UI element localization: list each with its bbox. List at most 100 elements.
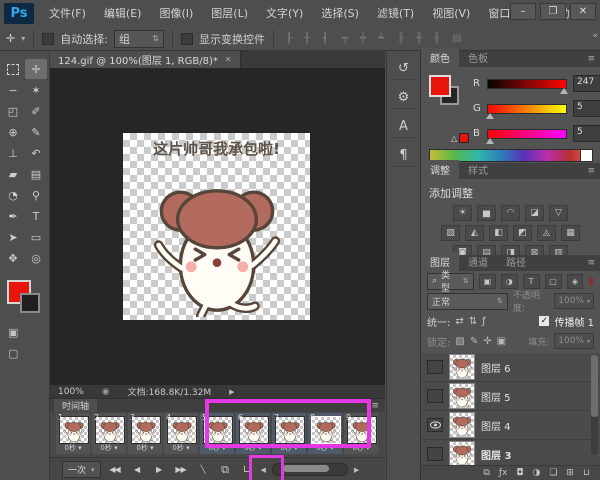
layer-name[interactable]: 图层 6	[481, 360, 511, 375]
photo-filter-icon[interactable]: ◩	[513, 225, 532, 241]
propagate-checkbox[interactable]: ✓	[539, 316, 550, 326]
timeline-frame-1[interactable]: 1 0秒 ▾	[56, 413, 90, 454]
vibrance-icon[interactable]: ▽	[549, 205, 568, 221]
crop-tool[interactable]: ◰	[2, 101, 24, 121]
paragraph-panel-icon[interactable]: ¶	[391, 144, 416, 167]
align-center-h-icon[interactable]: ╂	[300, 33, 314, 44]
move-tool[interactable]: ✛	[25, 59, 47, 79]
layer-row-5[interactable]: 图层 5	[421, 382, 600, 411]
frame-thumbnail[interactable]	[347, 416, 377, 444]
tween-button[interactable]: ╲	[195, 465, 211, 474]
first-frame-button[interactable]: ◀◀	[107, 465, 123, 474]
screen-mode-button[interactable]: ▢	[8, 347, 49, 360]
blue-slider-handle[interactable]	[486, 137, 494, 144]
brightness-contrast-icon[interactable]: ☀	[453, 205, 472, 221]
fill-field[interactable]: 100% ▾	[554, 333, 594, 349]
filter-shape-layers-icon[interactable]: ▢	[544, 273, 562, 289]
align-bottom-icon[interactable]: ┷	[374, 33, 388, 44]
frame-delay[interactable]: 0秒 ▾	[236, 443, 270, 453]
clone-stamp-tool[interactable]: ⊥	[2, 143, 24, 163]
blend-mode-dropdown[interactable]: 正常 ⇅	[427, 292, 508, 310]
filter-adjustment-layers-icon[interactable]: ◑	[500, 273, 518, 289]
green-slider-handle[interactable]	[486, 112, 494, 119]
collapse-panels-icon[interactable]: «	[592, 31, 598, 41]
curves-icon[interactable]: ◠	[501, 205, 520, 221]
color-balance-icon[interactable]: ◭	[465, 225, 484, 241]
menu-select[interactable]: 选择(S)	[312, 0, 368, 27]
frame-thumbnail[interactable]	[239, 416, 269, 444]
hand-tool[interactable]: ✥	[2, 248, 24, 268]
filter-toggle-icon[interactable]: ▮	[588, 276, 594, 287]
lock-pixels-icon[interactable]: ✎	[470, 336, 478, 347]
zoom-level[interactable]: 100%	[58, 387, 84, 397]
black-white-icon[interactable]: ◧	[489, 225, 508, 241]
unify-visibility-icon[interactable]: ⇅	[469, 316, 477, 327]
menu-edit[interactable]: 编辑(E)	[95, 0, 151, 27]
timeline-frame-5-selected[interactable]: 5 0秒 ▾	[200, 413, 234, 454]
foreground-color-swatch[interactable]	[429, 75, 451, 97]
layer-name[interactable]: 图层 4	[481, 418, 511, 433]
channel-mixer-icon[interactable]: ◬	[537, 225, 556, 241]
exposure-icon[interactable]: ◪	[525, 205, 544, 221]
align-right-icon[interactable]: ┨	[318, 33, 332, 44]
canvas-area[interactable]: 这片帅哥我承包啦!	[50, 68, 385, 385]
menu-file[interactable]: 文件(F)	[40, 0, 95, 27]
timeline-frame-8-active[interactable]: 8 0秒 ▾	[308, 413, 342, 454]
layer-row-6[interactable]: 图层 6	[421, 353, 600, 382]
frame-delay[interactable]: 0秒 ▾	[272, 443, 306, 453]
timeline-frame-6-selected[interactable]: 6 0秒 ▾	[236, 413, 270, 454]
auto-select-checkbox[interactable]	[42, 32, 55, 45]
filter-smart-object-icon[interactable]: ◈	[566, 273, 584, 289]
new-group-button[interactable]: ❏	[549, 468, 557, 478]
history-brush-tool[interactable]: ↶	[25, 143, 47, 163]
type-tool[interactable]: T	[25, 206, 47, 226]
panel-menu-icon[interactable]: ≡	[587, 258, 595, 268]
delete-frame-button[interactable]: ⊔	[239, 464, 255, 475]
duplicate-frame-button[interactable]: ⧉	[217, 463, 233, 477]
panel-menu-icon[interactable]: ≡	[587, 54, 595, 64]
blue-value-field[interactable]: 5	[573, 125, 600, 142]
maximize-button[interactable]: ❐	[540, 3, 566, 20]
shape-tool[interactable]: ▭	[25, 227, 47, 247]
frame-delay[interactable]: 0秒 ▾	[128, 443, 162, 453]
menu-image[interactable]: 图像(I)	[150, 0, 202, 27]
eraser-tool[interactable]: ▰	[2, 164, 24, 184]
layer-thumbnail[interactable]	[449, 383, 475, 409]
brush-tool[interactable]: ✎	[25, 122, 47, 142]
document-tab[interactable]: 124.gif @ 100%(图层 1, RGB/8)* ✕	[50, 51, 241, 68]
frame-thumbnail[interactable]	[167, 416, 197, 444]
gradient-tool[interactable]: ▤	[25, 164, 47, 184]
frame-delay[interactable]: 0秒 ▾	[56, 443, 90, 453]
opacity-field[interactable]: 100% ▾	[554, 293, 594, 309]
dodge-tool[interactable]: ⚲	[25, 185, 47, 205]
layer-thumbnail[interactable]	[449, 441, 475, 467]
layer-thumbnail[interactable]	[449, 354, 475, 380]
unify-position-icon[interactable]: ⇄	[455, 316, 463, 327]
timeline-frame-2[interactable]: 2 0秒 ▾	[92, 413, 126, 454]
blue-slider[interactable]	[486, 128, 567, 144]
align-center-v-icon[interactable]: ┿	[356, 33, 370, 44]
timeline-frame-3[interactable]: 3 0秒 ▾	[128, 413, 162, 454]
character-panel-icon[interactable]: A	[391, 115, 416, 138]
frame-thumbnail[interactable]	[275, 416, 305, 444]
red-slider-handle[interactable]	[560, 87, 568, 94]
visibility-toggle-on[interactable]	[427, 418, 443, 432]
eyedropper-tool[interactable]: ✐	[25, 101, 47, 121]
tab-color[interactable]: 颜色	[421, 48, 459, 67]
timeline-frame-9[interactable]: 9 0秒 ▾	[344, 413, 378, 454]
frame-thumbnail[interactable]	[131, 416, 161, 444]
unify-style-icon[interactable]: ƒ	[482, 316, 486, 327]
frame-delay[interactable]: 0秒 ▾	[92, 443, 126, 453]
align-top-icon[interactable]: ┯	[338, 33, 352, 44]
timeline-scrollbar[interactable]	[271, 463, 348, 476]
rectangular-marquee-tool[interactable]	[2, 59, 24, 79]
document-size-info[interactable]: 文档:168.8K/1.32M	[128, 385, 212, 398]
green-slider[interactable]	[486, 103, 567, 119]
adjustment-layer-button[interactable]: ◑	[532, 468, 540, 478]
zoom-tool[interactable]: ◎	[25, 248, 47, 268]
tab-swatches[interactable]: 色板	[459, 48, 497, 67]
blur-tool[interactable]: ◔	[2, 185, 24, 205]
lock-position-icon[interactable]: ✛	[483, 336, 491, 347]
loop-count-dropdown[interactable]: 一次 ▾	[62, 461, 101, 478]
visibility-toggle[interactable]	[427, 360, 443, 374]
